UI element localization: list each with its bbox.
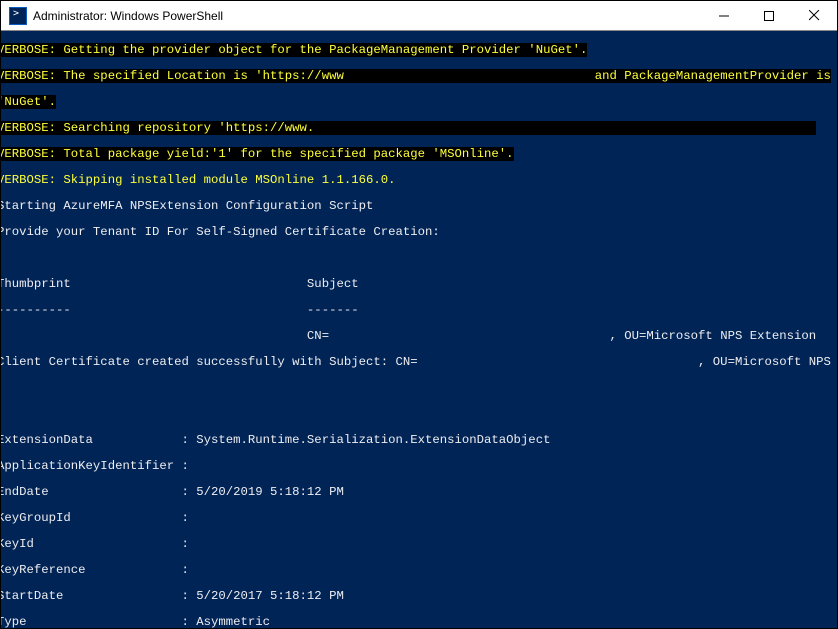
titlebar[interactable]: Administrator: Windows PowerShell	[1, 1, 837, 31]
close-button[interactable]	[791, 1, 837, 30]
verbose-line: VERBOSE: Getting the provider object for…	[1, 43, 587, 57]
output-line: KeyReference :	[1, 564, 837, 577]
output-line	[1, 408, 837, 421]
verbose-line: VERBOSE: Searching repository 'https://w…	[1, 121, 314, 135]
terminal-output: VERBOSE: Getting the provider object for…	[1, 31, 837, 628]
verbose-line: 'NuGet'.	[1, 95, 56, 109]
output-line: KeyGroupId :	[1, 512, 837, 525]
output-line: EndDate : 5/20/2019 5:18:12 PM	[1, 486, 837, 499]
minimize-icon	[719, 11, 729, 21]
minimize-button[interactable]	[701, 1, 746, 30]
powershell-window: Administrator: Windows PowerShell VERBOS…	[0, 0, 838, 629]
verbose-line: VERBOSE: The specified Location is 'http…	[1, 69, 344, 83]
verbose-line: VERBOSE: Skipping installed module MSOnl…	[1, 173, 395, 187]
verbose-line: and PackageManagementProvider is	[587, 69, 831, 83]
powershell-icon	[9, 7, 27, 25]
verbose-line: VERBOSE: Total package yield:'1' for the…	[1, 147, 514, 161]
output-line: CN=	[1, 329, 329, 343]
output-line: StartDate : 5/20/2017 5:18:12 PM	[1, 590, 837, 603]
output-line	[1, 252, 837, 265]
window-title: Administrator: Windows PowerShell	[33, 9, 701, 23]
output-line: , OU=Microsoft NPS Extensio	[698, 355, 837, 369]
output-line: Thumbprint Subject	[1, 278, 837, 291]
output-line: Starting AzureMFA NPSExtension Configura…	[1, 200, 837, 213]
output-line	[1, 382, 837, 395]
output-line: ExtensionData : System.Runtime.Serializa…	[1, 434, 837, 447]
output-line: ApplicationKeyIdentifier :	[1, 460, 837, 473]
window-buttons	[701, 1, 837, 30]
output-line: , OU=Microsoft NPS Extension	[610, 329, 817, 343]
output-line: Provide your Tenant ID For Self-Signed C…	[1, 226, 837, 239]
output-line: KeyId :	[1, 538, 837, 551]
output-line: ---------- -------	[1, 304, 837, 317]
output-line: Type : Asymmetric	[1, 616, 837, 628]
close-icon	[809, 10, 820, 21]
maximize-button[interactable]	[746, 1, 791, 30]
terminal[interactable]: VERBOSE: Getting the provider object for…	[1, 31, 837, 628]
maximize-icon	[764, 11, 774, 21]
output-line: Client Certificate created successfully …	[1, 355, 418, 369]
